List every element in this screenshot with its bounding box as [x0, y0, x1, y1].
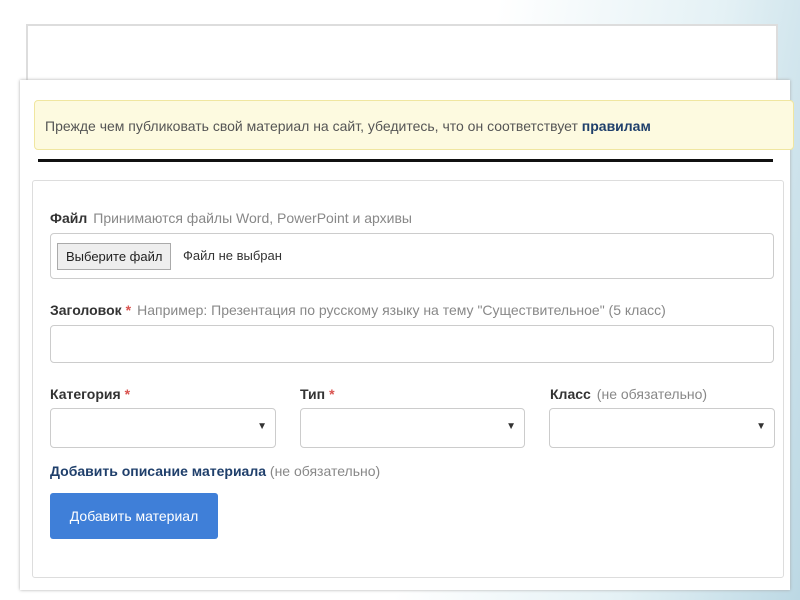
- rules-notice: Прежде чем публиковать свой материал на …: [34, 100, 794, 150]
- type-label: Тип *: [300, 386, 335, 402]
- category-label: Категория *: [50, 386, 131, 402]
- rules-link[interactable]: правилам: [582, 118, 651, 134]
- title-input[interactable]: [50, 325, 774, 363]
- grade-label: Класс (не обязательно): [550, 386, 708, 402]
- title-label: Заголовок * Например: Презентация по русск…: [50, 302, 666, 318]
- choose-file-button[interactable]: Выберите файл: [57, 243, 172, 270]
- file-field: Выберите файл Файл не выбран: [50, 233, 774, 279]
- notice-text: Прежде чем публиковать свой материал на …: [45, 118, 582, 134]
- chevron-down-icon: ▼: [506, 421, 516, 432]
- upload-form: Файл Принимаются файлы Word, PowerPoint и…: [32, 180, 784, 578]
- file-status: Файл не выбран: [183, 248, 282, 263]
- header-box: [26, 24, 778, 88]
- chevron-down-icon: ▼: [756, 421, 766, 432]
- add-description-link[interactable]: Добавить описание материала: [50, 463, 266, 479]
- description-hint: (не обязательно): [269, 463, 381, 479]
- divider: [38, 159, 773, 162]
- category-select[interactable]: ▼: [50, 408, 276, 448]
- grade-select[interactable]: ▼: [549, 408, 775, 448]
- chevron-down-icon: ▼: [257, 421, 267, 432]
- add-description: Добавить описание материала (не обязател…: [50, 463, 380, 479]
- type-select[interactable]: ▼: [300, 408, 525, 448]
- upload-panel: Прежде чем публиковать свой материал на …: [20, 80, 794, 590]
- file-label: Файл Принимаются файлы Word, PowerPoint и…: [50, 210, 412, 226]
- submit-button[interactable]: Добавить материал: [50, 493, 218, 539]
